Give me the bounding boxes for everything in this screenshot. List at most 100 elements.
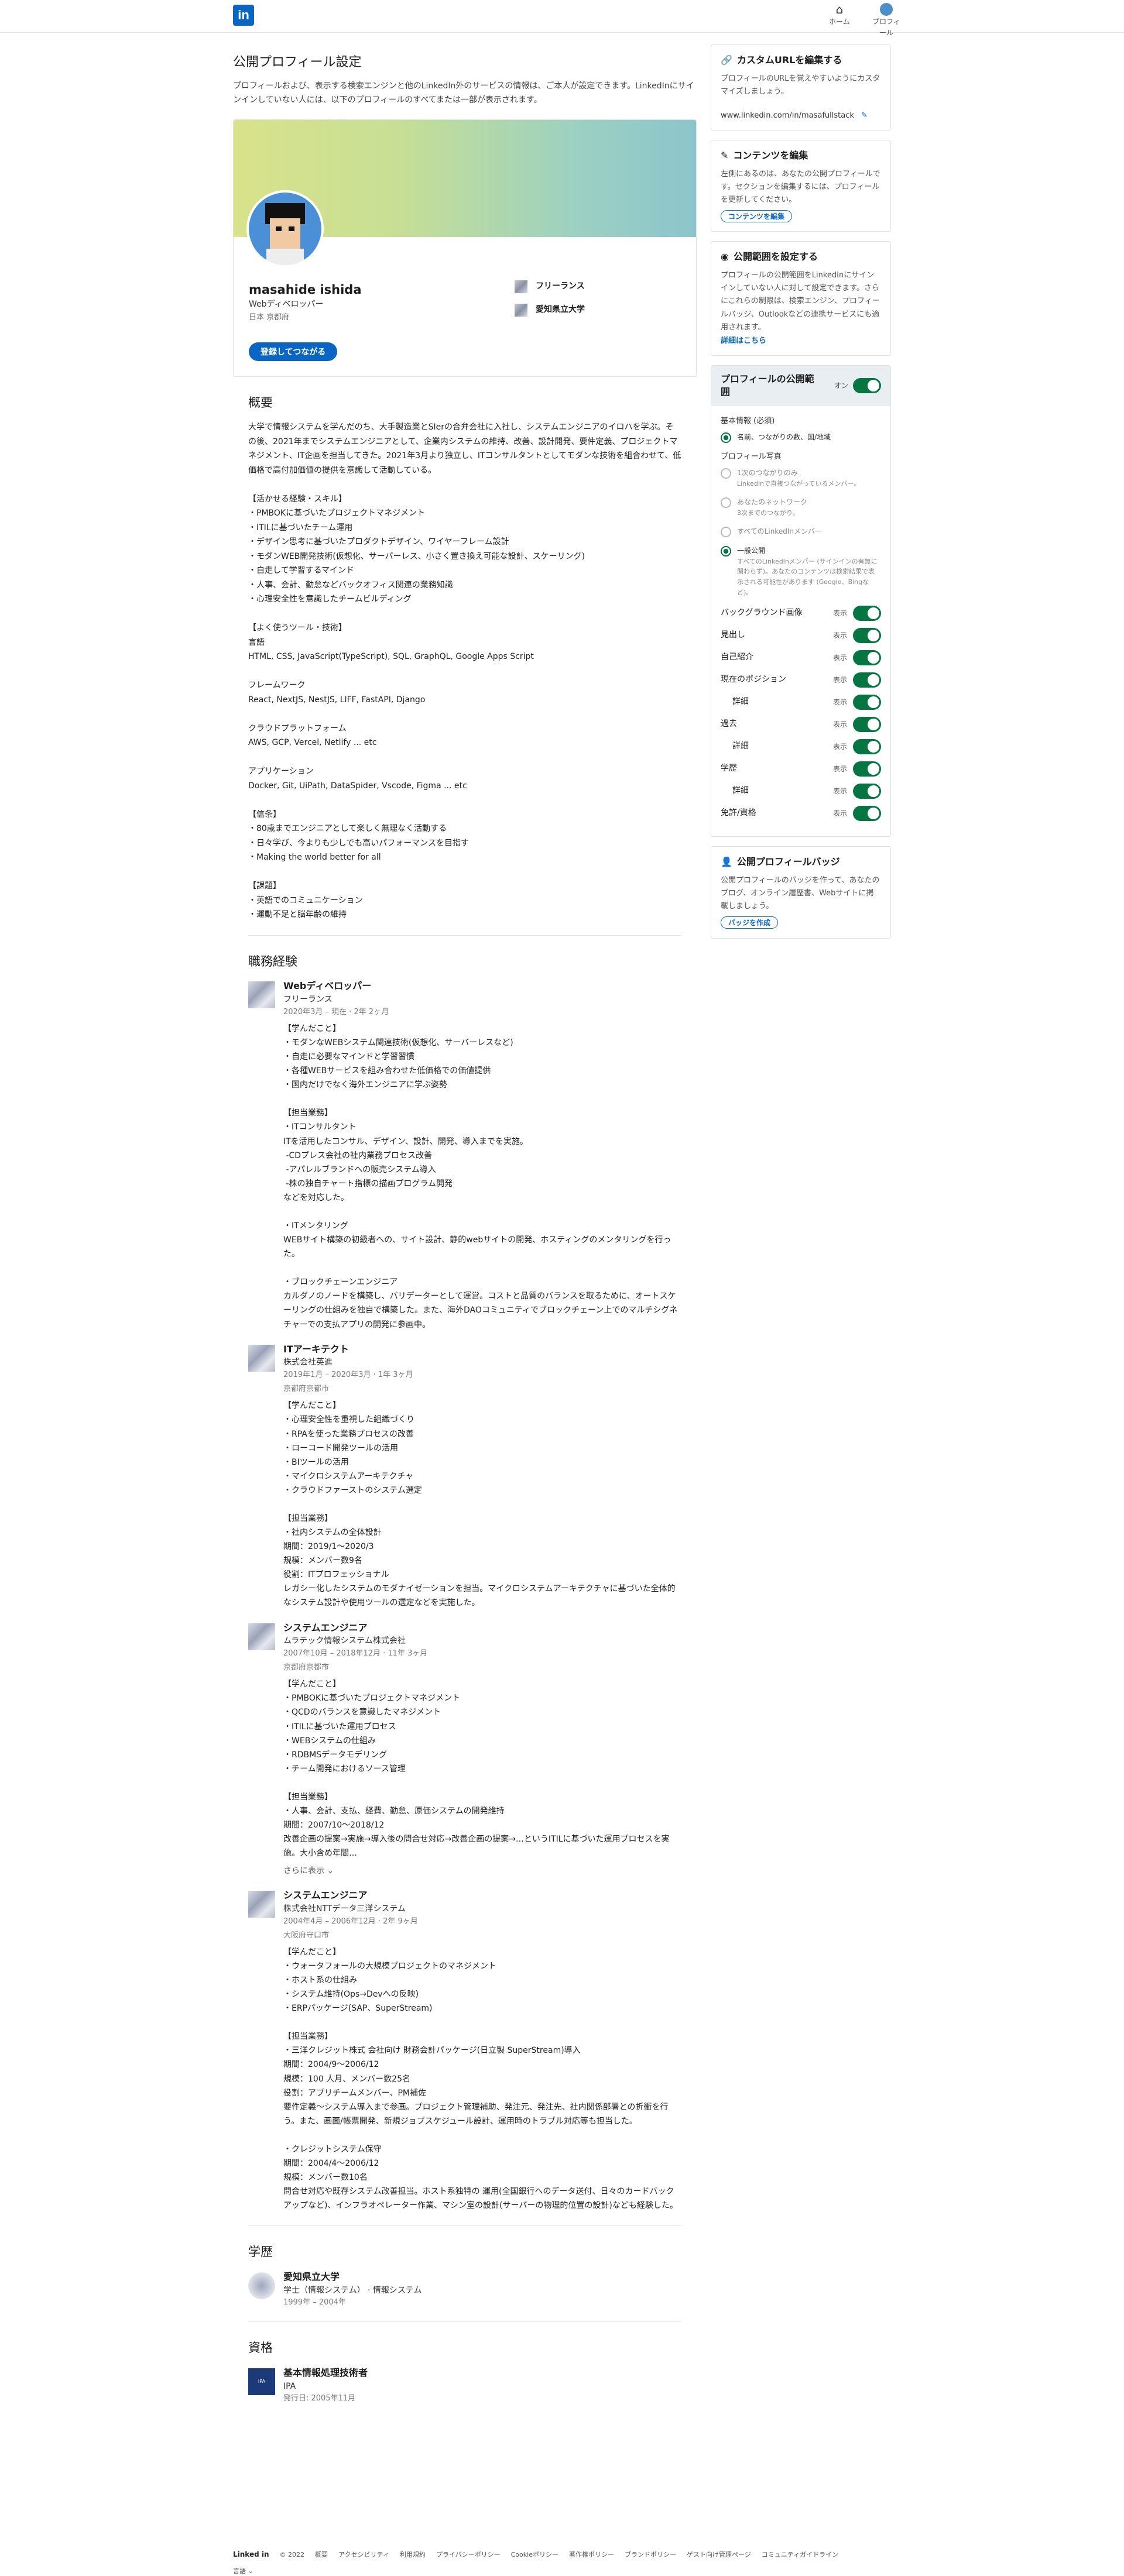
footer-link[interactable]: 利用規約 xyxy=(400,2550,426,2560)
section-toggle-control: 表示 xyxy=(832,717,881,733)
current-company-link[interactable]: フリーランス xyxy=(515,280,585,293)
edit-pencil-icon[interactable]: ✎ xyxy=(861,111,868,120)
eye-icon: ◉ xyxy=(721,251,729,263)
photo-option[interactable]: すべてのLinkedInメンバー xyxy=(721,526,881,538)
section-toggle[interactable] xyxy=(853,739,881,755)
section-toggle[interactable] xyxy=(853,717,881,733)
certification-name[interactable]: 基本情報処理技術者 xyxy=(283,2366,681,2381)
job-title[interactable]: Webディベロッパー xyxy=(283,979,681,994)
person-icon: 👤 xyxy=(721,856,732,868)
section-toggle-row: 見出し 表示 xyxy=(721,628,881,644)
show-label: 表示 xyxy=(832,653,847,662)
photo-option[interactable]: 1次のつながりのみ LinkedInで直接つながっているメンバー。 xyxy=(721,468,881,489)
nav-home[interactable]: ⌂ ホーム xyxy=(824,2,855,38)
edit-content-button[interactable]: コンテンツを編集 xyxy=(721,210,793,223)
nav-profile[interactable]: プロフィール xyxy=(871,2,902,38)
public-profile-settings: プロフィールの公開範囲 オン 基本情報 (必須) 名前、つながりの数、国/地域 … xyxy=(711,365,891,837)
section-toggle-label: 現在のポジション xyxy=(721,675,786,685)
edit-content-title: ✎ コンテンツを編集 xyxy=(721,149,881,163)
footer-link[interactable]: ブランドポリシー xyxy=(625,2550,676,2560)
connect-button[interactable]: 登録してつながる xyxy=(249,342,338,361)
learn-more-link[interactable]: 詳細はこちら xyxy=(721,335,881,347)
photo-option-radio[interactable] xyxy=(721,527,731,538)
section-toggle-label: バックグラウンド画像 xyxy=(721,608,803,618)
custom-url-description: プロフィールのURLを覚えやすいようにカスタマイズしましょう。 xyxy=(721,74,880,96)
footer: Linked in © 2022 概要 アクセシビリティ 利用規約 プライバシーポリシ… xyxy=(233,2549,891,2576)
job-description: 【学んだこと】 ・心理安全性を重視した組織づくり ・RPAを使った業務プロセスの… xyxy=(283,1401,676,1608)
photo-option-radio[interactable] xyxy=(721,497,731,509)
footer-logo: Linked in xyxy=(233,2550,269,2558)
school-label: 愛知県立大学 xyxy=(536,304,585,314)
photo-option[interactable]: 一般公開 すべてのLinkedInメンバー (サインインの有無に関わらず)。あな… xyxy=(721,545,881,597)
section-toggle[interactable] xyxy=(853,606,881,621)
education-heading: 学歴 xyxy=(248,2245,273,2259)
section-toggle-row: 過去 表示 xyxy=(721,717,881,733)
section-toggle[interactable] xyxy=(853,672,881,688)
nav-home-label: ホーム xyxy=(829,18,850,26)
company-name: 株式会社NTTデータ三洋システム xyxy=(283,1904,406,1914)
badge-description: 公開プロフィールのバッジを作って、あなたのブログ、オンライン履歴書、Webサイト… xyxy=(721,876,880,911)
company-logo-icon xyxy=(515,280,527,293)
footer-link[interactable]: プライバシーポリシー xyxy=(436,2550,501,2560)
edit-content-card: ✎ コンテンツを編集 左側にあるのは、あなたの公開プロフィールです。セクションを編… xyxy=(711,140,891,232)
section-toggle[interactable] xyxy=(853,628,881,644)
section-toggle-row: 自己紹介 表示 xyxy=(721,650,881,666)
section-toggle-row: バックグラウンド画像 表示 xyxy=(721,606,881,621)
section-toggle-control: 表示 xyxy=(832,628,881,644)
section-toggle[interactable] xyxy=(853,761,881,777)
footer-link[interactable]: Cookieポリシー xyxy=(511,2550,558,2560)
job-title[interactable]: ITアーキテクト xyxy=(283,1342,681,1357)
custom-url-card: 🔗 カスタムURLを編集する プロフィールのURLを覚えやすいようにカスタマイズし… xyxy=(711,44,891,131)
job-dates: 2004年4月 – 2006年12月 · 2年 9ヶ月 xyxy=(283,1916,418,1926)
photo-option-radio[interactable] xyxy=(721,468,731,479)
section-toggle-control: 表示 xyxy=(833,695,881,710)
experience-section: 職務経験 Webディベロッパー フリーランス 2020年3月 – 現在 · 2年… xyxy=(233,952,697,2213)
avatar xyxy=(880,3,893,16)
job-location: 京都府京都市 xyxy=(283,1385,330,1394)
job-title[interactable]: システムエンジニア xyxy=(283,1621,681,1636)
linkedin-logo[interactable]: in xyxy=(233,5,254,26)
profile-headline: Webディベロッパー xyxy=(249,299,324,309)
job-dates: 2020年3月 – 現在 · 2年 2ヶ月 xyxy=(283,1007,389,1016)
experience-item: Webディベロッパー フリーランス 2020年3月 – 現在 · 2年 2ヶ月 … xyxy=(248,979,681,1331)
language-selector[interactable]: 言語 ⌄ xyxy=(233,2566,891,2576)
show-label: 表示 xyxy=(832,631,847,640)
public-profile-header: プロフィールの公開範囲 オン xyxy=(711,365,890,406)
public-profile-toggle-wrap: オン xyxy=(834,378,881,394)
job-location: 京都府京都市 xyxy=(283,1663,330,1672)
footer-link[interactable]: ゲスト向け管理ページ xyxy=(687,2550,751,2560)
show-label: 表示 xyxy=(832,720,847,729)
section-toggle[interactable] xyxy=(853,650,881,666)
experience-item: システムエンジニア 株式会社NTTデータ三洋システム 2004年4月 – 200… xyxy=(248,1888,681,2213)
photo-option-radio[interactable] xyxy=(721,546,731,557)
school-logo-icon xyxy=(248,2272,275,2299)
profile-location: 日本 京都府 xyxy=(249,312,290,322)
pixel-avatar-icon xyxy=(249,192,321,265)
page-title: 公開プロフィール設定 xyxy=(233,55,362,70)
footer-link[interactable]: 概要 xyxy=(315,2550,328,2560)
footer-link[interactable]: 著作権ポリシー xyxy=(569,2550,614,2560)
show-label: 表示 xyxy=(832,609,847,617)
company-logo-icon xyxy=(248,981,275,1009)
create-badge-button[interactable]: バッジを作成 xyxy=(721,916,779,929)
job-title[interactable]: システムエンジニア xyxy=(283,1888,681,1903)
footer-link[interactable]: アクセシビリティ xyxy=(338,2550,389,2560)
divider xyxy=(248,2321,681,2323)
company-logo-icon xyxy=(248,1344,275,1372)
footer-link[interactable]: コミュニティガイドライン xyxy=(762,2550,838,2560)
job-description: 【学んだこと】 ・PMBOKに基づいたプロジェクトマネジメント ・QCDのバラン… xyxy=(283,1679,670,1859)
custom-url-title: 🔗 カスタムURLを編集する xyxy=(721,53,881,68)
section-toggle[interactable] xyxy=(853,695,881,710)
section-toggle[interactable] xyxy=(853,806,881,822)
section-toggle[interactable] xyxy=(853,784,881,799)
basic-info-label: 基本情報 (必須) xyxy=(721,416,775,425)
photo-option[interactable]: あなたのネットワーク 3次までのつながり。 xyxy=(721,497,881,518)
section-toggle-control: 表示 xyxy=(833,806,881,822)
see-more-button[interactable]: さらに表示 ⌄ xyxy=(283,1865,681,1878)
custom-url-value: www.linkedin.com/in/masafullstack xyxy=(721,111,854,120)
public-profile-toggle[interactable] xyxy=(853,378,881,394)
section-toggle-row: 学歴 表示 xyxy=(721,761,881,777)
school-name[interactable]: 愛知県立大学 xyxy=(283,2270,681,2285)
school-link[interactable]: 愛知県立大学 xyxy=(515,303,585,317)
job-description: 【学んだこと】 ・ウォータフォールの大規模プロジェクトのマネジメント ・ホスト系… xyxy=(283,1947,678,2211)
